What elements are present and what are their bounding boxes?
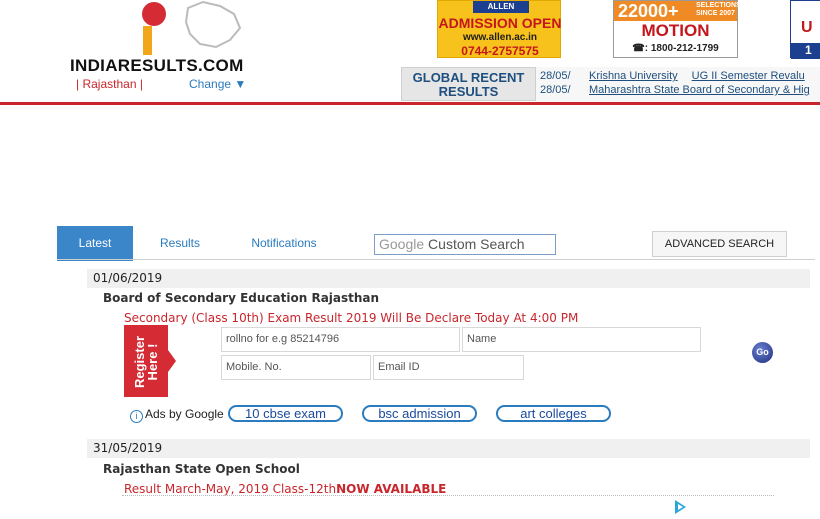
- adchoices-icon-inner: [678, 504, 683, 510]
- ad-link-cbse[interactable]: 10 cbse exam: [228, 405, 343, 422]
- entry-date: 31/05/2019: [87, 439, 810, 458]
- results-ticker: 28/05/Krishna University UG II Semester R…: [536, 67, 820, 102]
- change-state-link[interactable]: Change ▼: [189, 77, 246, 91]
- global-recent-results-label: GLOBAL RECENT RESULTS: [401, 67, 536, 101]
- search-placeholder: Custom Search: [428, 236, 525, 252]
- header-border: [0, 102, 820, 105]
- go-button[interactable]: Go: [752, 342, 773, 363]
- register-label: Register Here !: [132, 335, 160, 389]
- entry-divider: [122, 495, 774, 496]
- info-icon: i: [130, 410, 143, 423]
- result-link-text: Result March-May, 2019 Class-12th: [124, 482, 337, 496]
- entry-date: 01/06/2019: [87, 269, 810, 288]
- ad-link-bsc[interactable]: bsc admission: [362, 405, 477, 422]
- allen-title: ADMISSION OPEN: [438, 15, 562, 31]
- result-link-text: Secondary (Class 10th) Exam Result 2019 …: [124, 311, 579, 325]
- motion-phone: ☎: 1800-212-1799: [632, 43, 719, 54]
- result-link[interactable]: Secondary (Class 10th) Exam Result 2019 …: [124, 311, 578, 325]
- register-here-button[interactable]: Register Here !: [124, 325, 168, 397]
- mobile-field[interactable]: Mobile. No.: [221, 355, 371, 380]
- ticker-desc-link[interactable]: UG II Semester Revalu: [692, 70, 805, 82]
- third-ad-bar: 1: [791, 43, 820, 59]
- site-header: INDIARESULTS.COM | Rajasthan | Change ▼ …: [0, 0, 820, 106]
- ticker-org-link[interactable]: Maharashtra State Board of Secondary & H…: [589, 84, 810, 96]
- advanced-search-button[interactable]: ADVANCED SEARCH: [652, 231, 787, 257]
- logo-mark-icon: [142, 0, 242, 55]
- tab-notifications[interactable]: Notifications: [239, 226, 329, 261]
- motion-name: MOTION: [641, 21, 710, 40]
- allen-brand: ALLEN: [473, 1, 529, 13]
- motion-count: 22000+: [618, 1, 679, 21]
- third-banner-ad[interactable]: U 1: [790, 0, 820, 59]
- ticker-row: 28/05/Krishna University UG II Semester R…: [540, 70, 805, 84]
- allen-phone: 0744-2757575: [461, 44, 539, 58]
- board-name: Board of Secondary Education Rajasthan: [103, 291, 380, 305]
- ad-link-art[interactable]: art colleges: [496, 405, 611, 422]
- tab-underline: [57, 259, 815, 260]
- ads-by-google[interactable]: i Ads by Google: [130, 407, 224, 423]
- register-arrow: [168, 350, 176, 372]
- name-field[interactable]: Name: [462, 327, 701, 352]
- google-search-brand: Google: [379, 236, 425, 252]
- third-ad-letter: U: [801, 19, 813, 36]
- email-field[interactable]: Email ID: [373, 355, 524, 380]
- custom-search-input[interactable]: Google Custom Search: [374, 234, 556, 255]
- tab-latest[interactable]: Latest: [57, 226, 133, 261]
- state-label: | Rajasthan |: [76, 77, 143, 91]
- ads-by-google-label: Ads by Google: [145, 407, 224, 421]
- ticker-date: 28/05/: [540, 84, 571, 96]
- allen-url: www.allen.ac.in: [462, 32, 538, 43]
- allen-banner-ad[interactable]: ALLEN ADMISSION OPEN www.allen.ac.in 074…: [437, 0, 561, 58]
- board-name: Rajasthan State Open School: [103, 462, 300, 476]
- result-link-status: NOW AVAILABLE: [336, 482, 447, 496]
- tab-results[interactable]: Results: [148, 226, 212, 261]
- result-link[interactable]: Result March-May, 2019 Class-12thNOW AVA…: [124, 482, 446, 496]
- rollno-field[interactable]: rollno for e.g 85214796: [221, 327, 460, 352]
- motion-since: SELECTIONS SINCE 2007: [696, 2, 741, 17]
- ticker-date: 28/05/: [540, 70, 571, 82]
- ticker-row: 28/05/Maharashtra State Board of Seconda…: [540, 84, 820, 98]
- ticker-org-link[interactable]: Krishna University: [589, 70, 678, 82]
- motion-banner-ad[interactable]: 22000+ SELECTIONS SINCE 2007 MOTION ☎: 1…: [613, 0, 741, 58]
- site-logo[interactable]: INDIARESULTS.COM: [70, 56, 244, 76]
